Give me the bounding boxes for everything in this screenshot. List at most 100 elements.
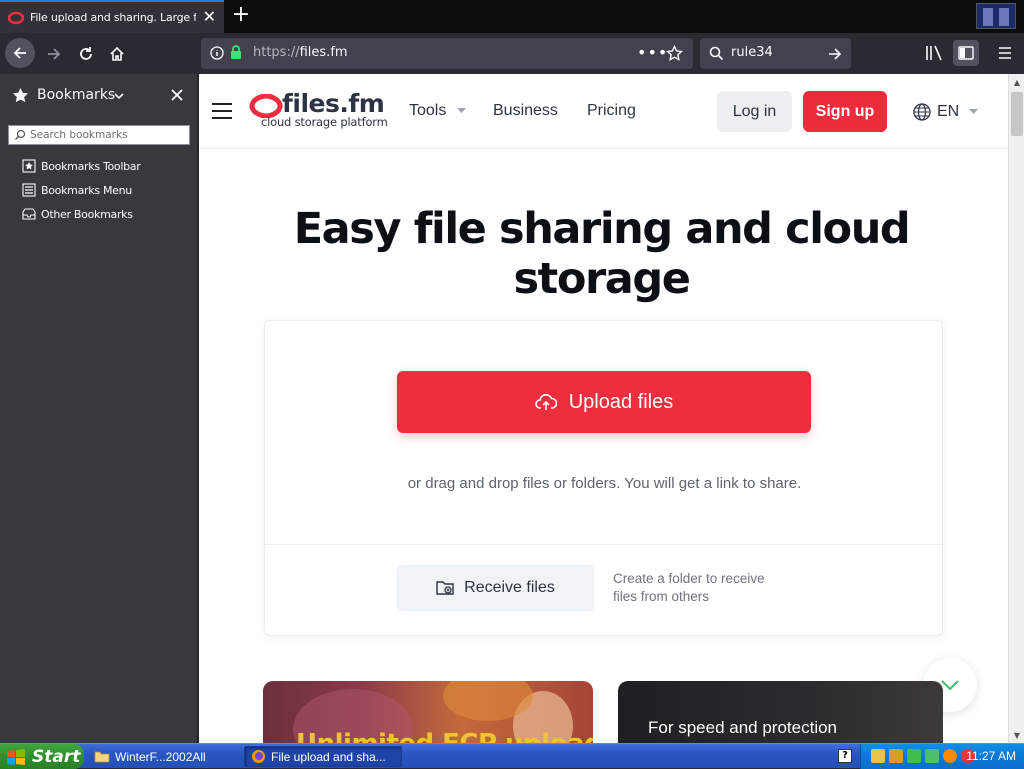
folder-receive-icon [436,581,454,595]
login-button[interactable]: Log in [717,91,792,132]
logo-tagline: cloud storage platform [261,115,388,129]
sidebar-item-bookmarks-menu[interactable]: Bookmarks Menu [22,180,132,200]
receive-files-button[interactable]: Receive files [397,565,594,611]
search-bar[interactable]: rule34 [700,38,851,69]
url-text: https://files.fm [253,45,348,60]
home-icon [110,46,124,61]
hamburger-menu-icon[interactable] [212,103,232,121]
page-actions-icon[interactable]: ••• [637,43,668,62]
sidebar-item-other-bookmarks[interactable]: Other Bookmarks [22,204,133,224]
upload-files-button[interactable]: Upload files [397,371,811,433]
help-icon[interactable]: ? [838,749,852,763]
search-icon [709,46,724,61]
promo-card-speed[interactable]: For speed and protection [618,681,943,743]
bookmarks-sidebar: Bookmarks Search bookmarks Bookmarks Too… [0,74,198,743]
chevron-down-icon [941,680,959,691]
chevron-down-icon [969,109,979,114]
start-button[interactable]: Start [0,744,84,769]
hero-title: Easy file sharing and cloud storage [293,204,911,304]
sidebar-item-bookmarks-toolbar[interactable]: Bookmarks Toolbar [22,156,141,176]
cloud-upload-icon [534,394,557,410]
folder-icon [94,751,110,763]
clock: 11:27 AM [966,749,1016,763]
browser-tab-active[interactable]: File upload and sharing. Large file ✕ [0,0,224,33]
back-arrow-icon [13,47,26,59]
windows-logo-icon [7,748,25,765]
forward-arrow-icon [48,48,61,60]
tray-shield-icon[interactable] [871,749,885,763]
library-icon[interactable] [925,45,943,61]
promo-card-unlimited[interactable]: Unlimited FCP uploads [263,681,593,743]
taskbar-item-label: File upload and sha... [271,749,386,764]
sidebar-item-label: Bookmarks Toolbar [41,159,141,173]
chevron-down-icon[interactable] [114,92,124,100]
site-header: files.fm cloud storage platform Tools Bu… [199,74,1008,149]
drag-drop-hint: or drag and drop files or folders. You w… [407,475,802,492]
site-logo[interactable]: files.fm cloud storage platform [249,89,389,132]
folder-icon [22,208,36,220]
sidebar-header: Bookmarks [0,74,198,118]
tab-title: File upload and sharing. Large file [30,11,196,24]
tray-network-icon[interactable] [907,749,921,763]
sidebar-title[interactable]: Bookmarks [37,87,115,103]
star-icon [13,88,28,103]
secure-lock-icon[interactable] [230,45,242,60]
web-page: files.fm cloud storage platform Tools Bu… [199,74,1008,743]
info-icon[interactable] [210,46,224,60]
reload-icon [80,47,92,60]
navigation-toolbar: https://files.fm ••• rule34 [0,33,1024,74]
nav-pricing[interactable]: Pricing [587,102,636,120]
taskbar-item-firefox[interactable]: File upload and sha... [244,746,402,767]
scrollbar-thumb[interactable] [1011,92,1023,136]
search-placeholder: Search bookmarks [30,129,128,141]
bookmarks-search-input[interactable]: Search bookmarks [8,125,190,145]
close-sidebar-icon[interactable] [171,89,183,101]
chevron-down-icon [456,107,466,113]
page-scrollbar[interactable]: ▲ ▼ [1008,74,1024,743]
url-bar[interactable]: https://files.fm ••• [201,38,693,69]
search-input[interactable]: rule34 [731,45,773,60]
files-fm-favicon-icon [8,11,24,24]
window-switcher-icon[interactable] [976,3,1016,29]
nav-tools[interactable]: Tools [409,102,466,120]
sidebar-icon [958,46,974,60]
new-tab-button[interactable]: + [230,4,252,28]
start-label: Start [32,746,81,767]
scroll-down-arrow-icon[interactable]: ▼ [1009,727,1024,743]
signup-button[interactable]: Sign up [803,91,887,132]
receive-files-label: Receive files [464,579,555,596]
card-divider [265,544,942,545]
tray-search-icon[interactable] [943,749,957,763]
logo-name: files.fm [282,89,385,118]
receive-files-description: Create a folder to receive files from ot… [613,571,765,604]
back-button[interactable] [5,38,35,68]
bookmarks-toolbar-icon [22,159,36,173]
forward-button[interactable] [42,42,66,66]
tab-bar: File upload and sharing. Large file ✕ + [0,0,1024,33]
search-go-arrow-icon[interactable] [827,46,843,62]
nav-tools-label: Tools [409,102,447,119]
tray-security-icon[interactable] [889,749,903,763]
reload-button[interactable] [74,42,98,66]
language-selector[interactable]: EN [913,101,979,123]
home-button[interactable] [105,42,129,66]
system-tray: 11:27 AM [860,744,1024,769]
scroll-up-arrow-icon[interactable]: ▲ [1009,74,1024,90]
language-label: EN [937,103,960,120]
bookmark-star-icon[interactable] [666,45,683,62]
globe-icon [913,103,931,121]
search-icon [15,129,26,140]
upload-files-label: Upload files [568,390,674,413]
sidebar-item-label: Bookmarks Menu [41,183,132,197]
nav-business[interactable]: Business [493,102,558,120]
upload-card: Upload files or drag and drop files or f… [264,320,943,636]
taskbar-item-label: WinterF...2002All [115,749,206,764]
promo-right-title: For speed and protection [648,718,838,737]
tray-update-icon[interactable] [925,749,939,763]
firefox-icon [252,750,265,763]
close-tab-icon[interactable]: ✕ [203,9,216,25]
taskbar-item-folder[interactable]: WinterF...2002All [88,746,238,767]
sidebar-toggle-button[interactable] [953,40,979,66]
sidebar-item-label: Other Bookmarks [41,207,133,221]
menu-icon[interactable] [998,46,1012,60]
